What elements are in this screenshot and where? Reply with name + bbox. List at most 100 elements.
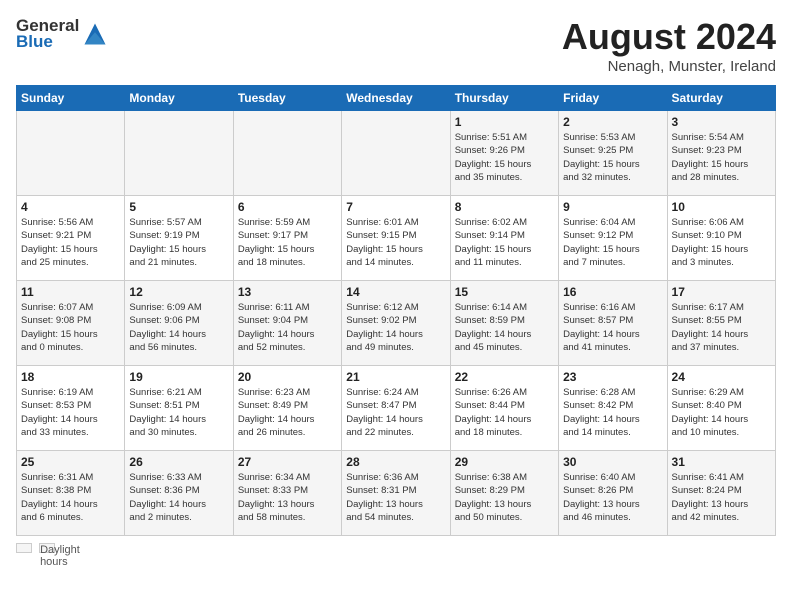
day-number: 15 [455,285,554,299]
calendar-cell: 19 Sunrise: 6:21 AMSunset: 8:51 PMDayligh… [125,366,233,451]
calendar-cell: 1 Sunrise: 5:51 AMSunset: 9:26 PMDaylight… [450,111,558,196]
day-of-week-header: Monday [125,86,233,111]
day-of-week-header: Wednesday [342,86,450,111]
calendar-week-row: 11Sunrise: 6:07 AMSunset: 9:08 PMDayligh… [17,281,776,366]
calendar-cell: 6Sunrise: 5:59 AMSunset: 9:17 PMDaylight… [233,196,341,281]
day-info: Sunrise: 6:34 AMSunset: 8:33 PMDaylight:… [238,471,337,524]
calendar-cell: 29 Sunrise: 6:38 AMSunset: 8:29 PMDayligh… [450,451,558,536]
calendar-cell: 31Sunrise: 6:41 AMSunset: 8:24 PMDayligh… [667,451,775,536]
day-number: 6 [238,200,337,214]
title-block: August 2024 Nenagh, Munster, Ireland [562,16,776,75]
day-info: Sunrise: 6:26 AMSunset: 8:44 PMDaylight:… [455,386,554,439]
calendar-cell: 3 Sunrise: 5:54 AMSunset: 9:23 PMDaylight… [667,111,775,196]
day-info: Sunrise: 6:04 AMSunset: 9:12 PMDaylight:… [563,216,662,269]
day-number: 26 [129,455,228,469]
calendar-week-row: 4 Sunrise: 5:56 AMSunset: 9:21 PMDaylight… [17,196,776,281]
day-info: Sunrise: 6:02 AMSunset: 9:14 PMDaylight:… [455,216,554,269]
day-info: Sunrise: 6:31 AMSunset: 8:38 PMDaylight:… [21,471,120,524]
day-number: 25 [21,455,120,469]
day-info: Sunrise: 6:06 AMSunset: 9:10 PMDaylight:… [672,216,771,269]
calendar-cell [233,111,341,196]
day-number: 28 [346,455,445,469]
day-info: Sunrise: 6:40 AMSunset: 8:26 PMDaylight:… [563,471,662,524]
calendar-cell [125,111,233,196]
day-info: Sunrise: 6:11 AMSunset: 9:04 PMDaylight:… [238,301,337,354]
calendar-week-row: 18 Sunrise: 6:19 AMSunset: 8:53 PMDayligh… [17,366,776,451]
day-of-week-header: Friday [559,86,667,111]
footer-label: Daylight hours [39,543,55,553]
day-info: Sunrise: 6:19 AMSunset: 8:53 PMDaylight:… [21,386,120,439]
day-number: 30 [563,455,662,469]
calendar-cell: 2Sunrise: 5:53 AMSunset: 9:25 PMDaylight… [559,111,667,196]
calendar-week-row: 25 Sunrise: 6:31 AMSunset: 8:38 PMDayligh… [17,451,776,536]
day-info: Sunrise: 6:07 AMSunset: 9:08 PMDaylight:… [21,301,120,354]
calendar-cell: 9Sunrise: 6:04 AMSunset: 9:12 PMDaylight… [559,196,667,281]
day-info: Sunrise: 6:17 AMSunset: 8:55 PMDaylight:… [672,301,771,354]
calendar-cell: 10 Sunrise: 6:06 AMSunset: 9:10 PMDayligh… [667,196,775,281]
day-number: 27 [238,455,337,469]
calendar-cell: 25 Sunrise: 6:31 AMSunset: 8:38 PMDayligh… [17,451,125,536]
day-number: 14 [346,285,445,299]
calendar-cell: 18 Sunrise: 6:19 AMSunset: 8:53 PMDayligh… [17,366,125,451]
day-number: 23 [563,370,662,384]
calendar-body: 1 Sunrise: 5:51 AMSunset: 9:26 PMDaylight… [17,111,776,536]
logo-icon [81,20,109,48]
day-number: 19 [129,370,228,384]
day-number: 12 [129,285,228,299]
calendar-cell: 17 Sunrise: 6:17 AMSunset: 8:55 PMDayligh… [667,281,775,366]
calendar-cell: 7Sunrise: 6:01 AMSunset: 9:15 PMDaylight… [342,196,450,281]
day-number: 8 [455,200,554,214]
day-info: Sunrise: 5:57 AMSunset: 9:19 PMDaylight:… [129,216,228,269]
calendar-cell: 20Sunrise: 6:23 AMSunset: 8:49 PMDayligh… [233,366,341,451]
footer-note: Daylight hours [16,542,776,554]
calendar-header-row: SundayMondayTuesdayWednesdayThursdayFrid… [17,86,776,111]
day-number: 29 [455,455,554,469]
day-info: Sunrise: 6:28 AMSunset: 8:42 PMDaylight:… [563,386,662,439]
day-number: 1 [455,115,554,129]
day-of-week-header: Saturday [667,86,775,111]
day-info: Sunrise: 6:21 AMSunset: 8:51 PMDaylight:… [129,386,228,439]
day-number: 13 [238,285,337,299]
day-info: Sunrise: 6:12 AMSunset: 9:02 PMDaylight:… [346,301,445,354]
day-info: Sunrise: 6:14 AMSunset: 8:59 PMDaylight:… [455,301,554,354]
day-info: Sunrise: 6:38 AMSunset: 8:29 PMDaylight:… [455,471,554,524]
calendar-cell: 14 Sunrise: 6:12 AMSunset: 9:02 PMDayligh… [342,281,450,366]
calendar-cell: 24 Sunrise: 6:29 AMSunset: 8:40 PMDayligh… [667,366,775,451]
calendar-cell: 28Sunrise: 6:36 AMSunset: 8:31 PMDayligh… [342,451,450,536]
calendar-cell: 13 Sunrise: 6:11 AMSunset: 9:04 PMDayligh… [233,281,341,366]
day-info: Sunrise: 6:33 AMSunset: 8:36 PMDaylight:… [129,471,228,524]
day-info: Sunrise: 6:29 AMSunset: 8:40 PMDaylight:… [672,386,771,439]
day-number: 20 [238,370,337,384]
day-number: 24 [672,370,771,384]
day-number: 31 [672,455,771,469]
calendar-cell: 23 Sunrise: 6:28 AMSunset: 8:42 PMDayligh… [559,366,667,451]
day-number: 21 [346,370,445,384]
day-number: 17 [672,285,771,299]
calendar-cell: 21 Sunrise: 6:24 AMSunset: 8:47 PMDayligh… [342,366,450,451]
day-info: Sunrise: 5:51 AMSunset: 9:26 PMDaylight:… [455,131,554,184]
day-info: Sunrise: 5:56 AMSunset: 9:21 PMDaylight:… [21,216,120,269]
day-info: Sunrise: 6:09 AMSunset: 9:06 PMDaylight:… [129,301,228,354]
calendar-cell: 12 Sunrise: 6:09 AMSunset: 9:06 PMDayligh… [125,281,233,366]
day-info: Sunrise: 5:53 AMSunset: 9:25 PMDaylight:… [563,131,662,184]
day-info: Sunrise: 5:54 AMSunset: 9:23 PMDaylight:… [672,131,771,184]
day-number: 4 [21,200,120,214]
calendar-subtitle: Nenagh, Munster, Ireland [562,58,776,75]
day-info: Sunrise: 6:16 AMSunset: 8:57 PMDaylight:… [563,301,662,354]
day-info: Sunrise: 6:01 AMSunset: 9:15 PMDaylight:… [346,216,445,269]
day-of-week-header: Thursday [450,86,558,111]
daylight-swatch [16,543,32,553]
logo: General Blue [16,16,109,52]
header: General Blue August 2024 Nenagh, Munster… [16,16,776,75]
day-info: Sunrise: 6:24 AMSunset: 8:47 PMDaylight:… [346,386,445,439]
day-of-week-header: Sunday [17,86,125,111]
calendar-cell: 16 Sunrise: 6:16 AMSunset: 8:57 PMDayligh… [559,281,667,366]
day-number: 16 [563,285,662,299]
day-number: 10 [672,200,771,214]
day-number: 18 [21,370,120,384]
day-number: 5 [129,200,228,214]
calendar-cell: 27 Sunrise: 6:34 AMSunset: 8:33 PMDayligh… [233,451,341,536]
calendar-cell: 15 Sunrise: 6:14 AMSunset: 8:59 PMDayligh… [450,281,558,366]
calendar-cell [17,111,125,196]
day-number: 3 [672,115,771,129]
